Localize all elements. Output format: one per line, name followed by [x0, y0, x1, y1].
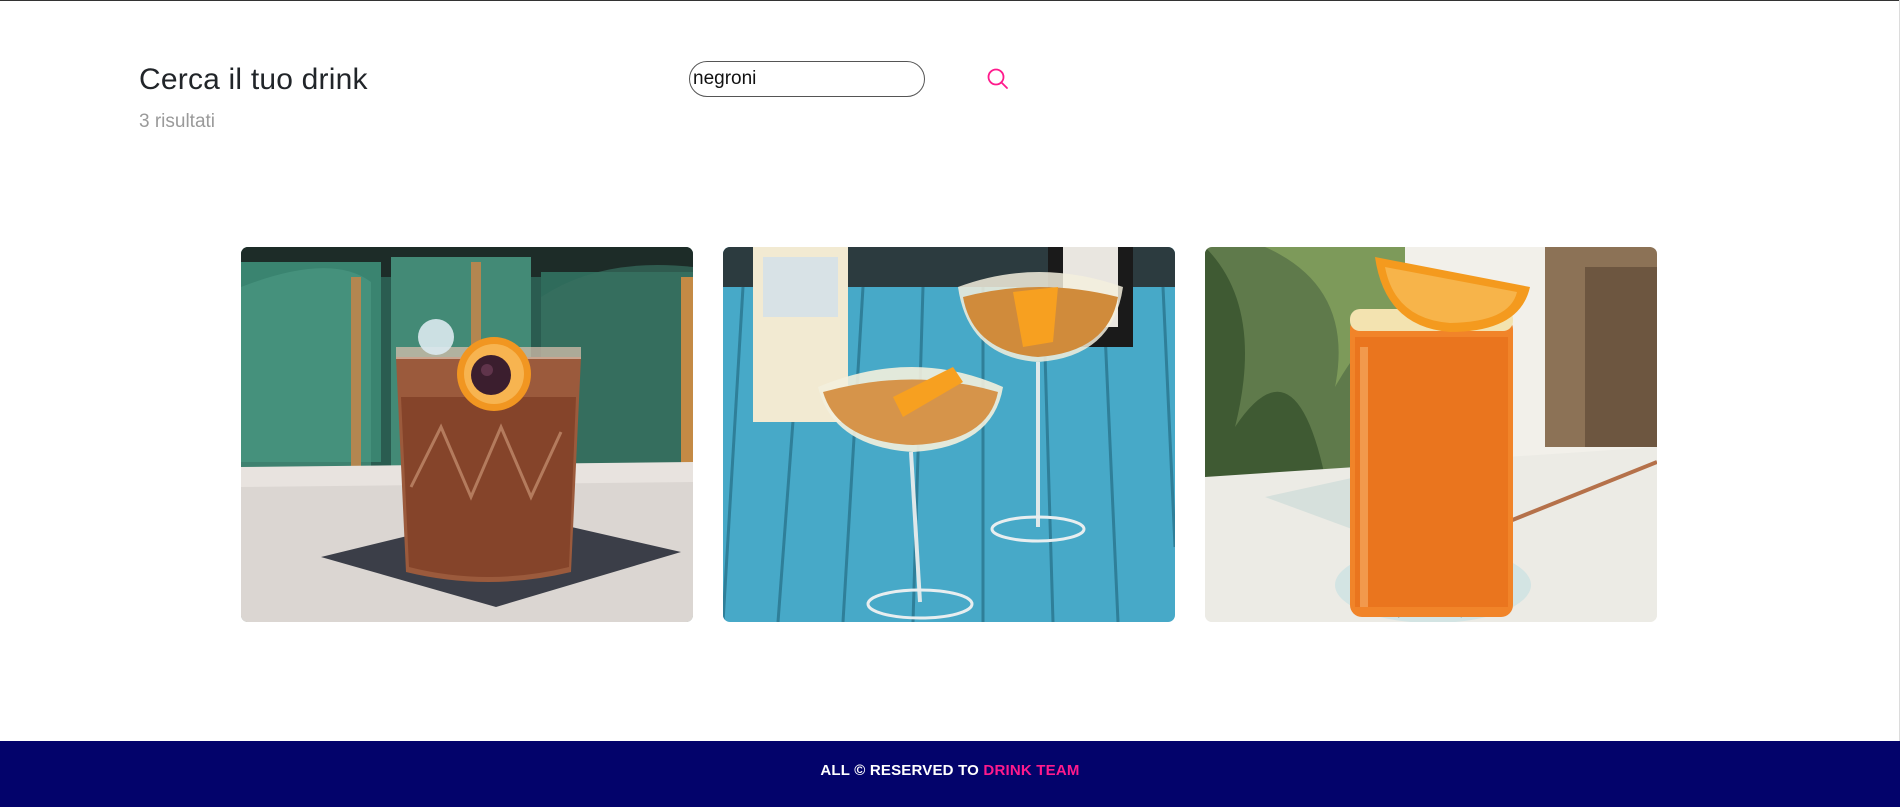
footer-team-link[interactable]: DRINK TEAM [983, 762, 1079, 779]
drink-card-1[interactable] [241, 247, 693, 622]
footer-copyright-text: ALL © RESERVED TO [820, 761, 984, 779]
page-title: Cerca il tuo drink [139, 63, 368, 96]
drink-image-coupe-glasses [723, 247, 1175, 622]
page: Cerca il tuo drink 3 risultati negroni A… [0, 0, 1900, 807]
results-grid [241, 247, 1657, 622]
footer-copyright: ALL © RESERVED TO DRINK TEAM [820, 762, 1079, 779]
search-icon [987, 68, 1008, 89]
site-footer: ALL © RESERVED TO DRINK TEAM [0, 741, 1900, 807]
result-count: 3 risultati [139, 111, 216, 132]
search-form [689, 61, 1011, 97]
drink-card-2[interactable] [723, 247, 1175, 622]
drink-image-tall-glass [1205, 247, 1657, 622]
top-border [0, 0, 1900, 1]
drink-image-negroni-rocks [241, 247, 693, 622]
search-input[interactable] [689, 61, 925, 97]
search-header: Cerca il tuo drink 3 risultati [139, 60, 368, 134]
drink-card-3[interactable] [1205, 247, 1657, 622]
search-button[interactable] [985, 66, 1011, 92]
